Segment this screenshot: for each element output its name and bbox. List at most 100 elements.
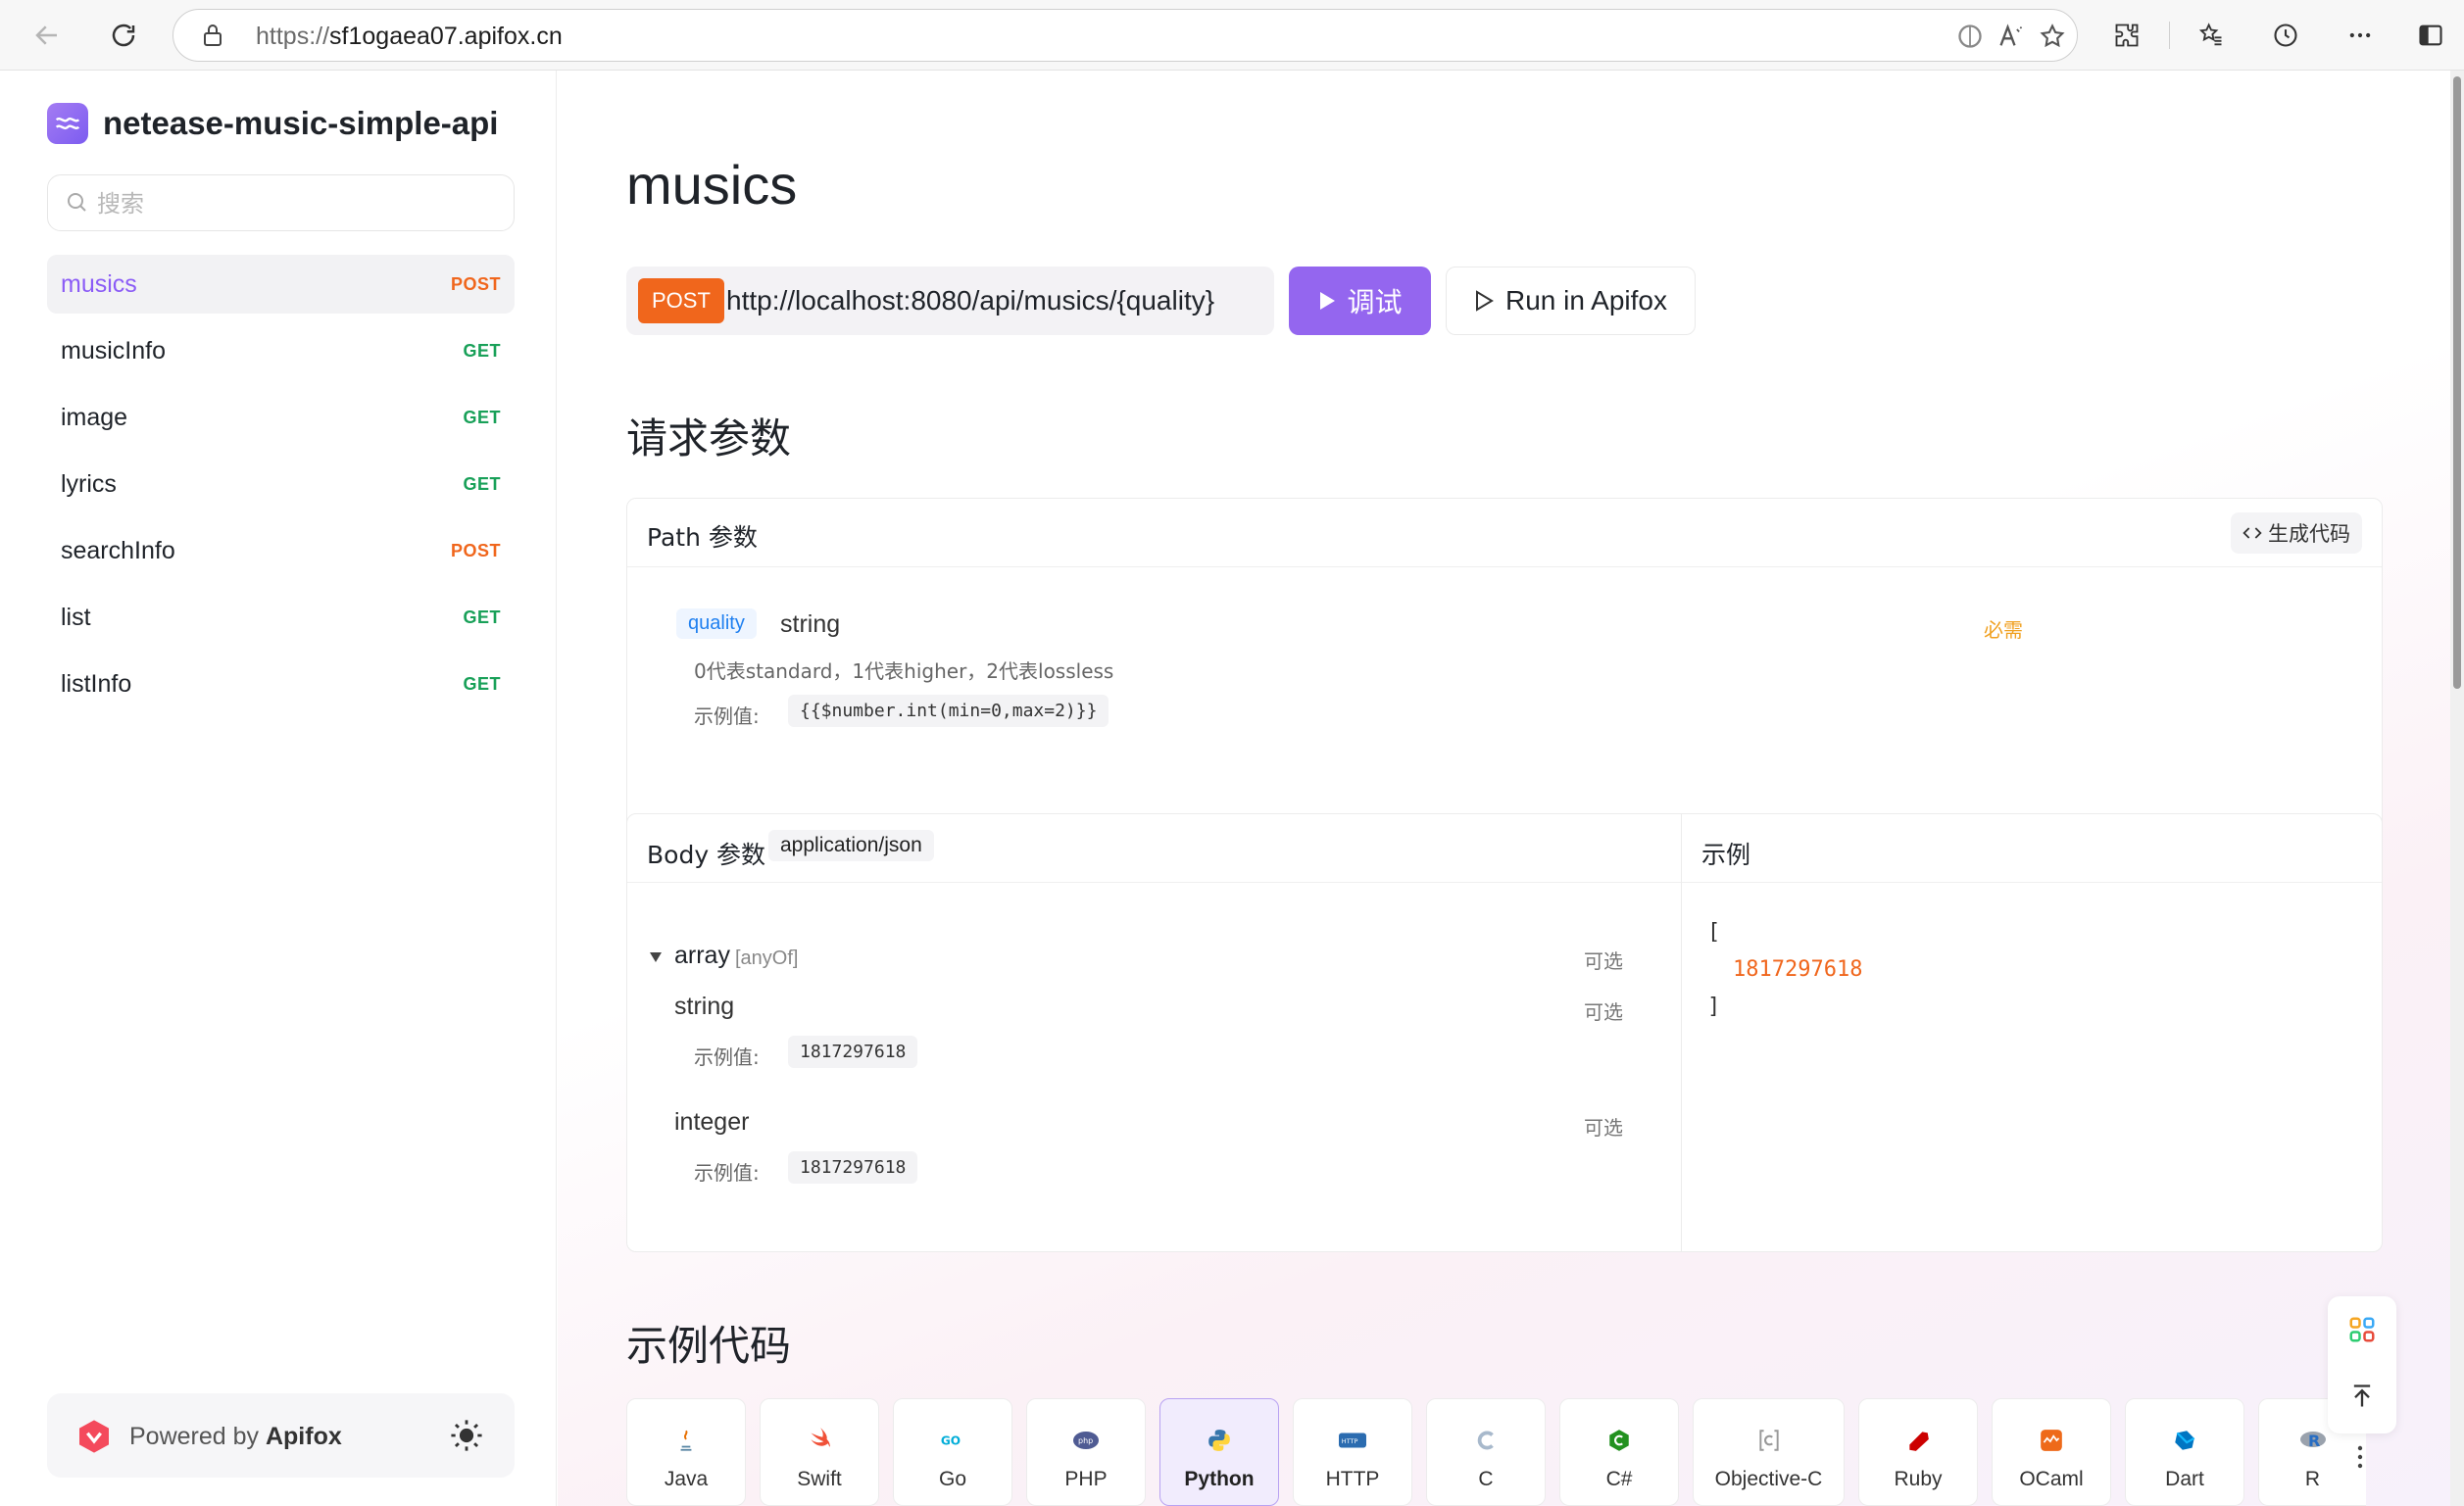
dart-icon [2171,1427,2198,1454]
extensions-icon[interactable] [2105,14,2148,57]
tab-dart[interactable]: Dart [2125,1398,2244,1506]
powered-by-footer[interactable]: Powered by Apifox [47,1393,515,1478]
php-icon: php [1072,1427,1100,1454]
tab-label: C# [1605,1468,1633,1490]
more-options-icon[interactable] [2339,14,2382,57]
tab-label: Go [938,1468,966,1490]
search-icon [68,193,86,212]
sidebar-item-image[interactable]: image GET [47,388,515,447]
back-icon[interactable] [25,14,69,57]
endpoint-bar[interactable]: POST http://localhost:8080/api/musics/{q… [626,267,1274,335]
body-params-header: Body 参数 application/json [627,814,1681,883]
example-value: 1817297618 [788,1151,918,1184]
tab-label: PHP [1064,1468,1108,1490]
play-icon [1320,292,1336,310]
page-scrollbar[interactable] [2450,71,2464,1506]
generate-code-button[interactable]: 生成代码 [2231,512,2362,554]
tab-ruby[interactable]: Ruby [1858,1398,1978,1506]
tab-objective-c[interactable]: Objective-C [1693,1398,1845,1506]
search-input[interactable] [97,185,489,222]
back-to-top-icon[interactable] [2346,1381,2378,1412]
tab-java[interactable]: Java [626,1398,746,1506]
tab-label: Swift [797,1468,842,1490]
address-bar[interactable]: https://sf1ogaea07.apifox.cn [172,9,2078,62]
run-button-label: Run in Apifox [1505,285,1667,316]
favorites-icon[interactable] [2190,14,2233,57]
play-outline-icon [1476,290,1494,312]
more-vertical-icon[interactable] [2355,1444,2365,1477]
method-badge: GET [463,673,501,694]
code-icon [2242,527,2262,539]
tab-python[interactable]: Python [1159,1398,1279,1506]
sidebar-toggle-icon[interactable] [2409,14,2452,57]
tab-swift[interactable]: Swift [760,1398,879,1506]
tab-ocaml[interactable]: OCaml [1992,1398,2111,1506]
search-box[interactable] [47,174,515,231]
tab-label: Java [664,1468,709,1490]
sidebar-item-listinfo[interactable]: listInfo GET [47,655,515,713]
apps-grid-icon[interactable] [2346,1314,2378,1345]
browser-toolbar: https://sf1ogaea07.apifox.cn [0,0,2464,71]
tab-csharp[interactable]: C# [1559,1398,1679,1506]
tab-php[interactable]: php PHP [1026,1398,1146,1506]
example-label: 示例值: [694,1161,760,1185]
root-type: array [674,942,730,969]
tab-label: Ruby [1894,1468,1943,1490]
sidebar-item-searchinfo[interactable]: searchInfo POST [47,521,515,580]
tab-label: Python [1184,1468,1255,1490]
sidebar-item-label: image [61,403,128,431]
read-aloud-icon[interactable] [1995,20,2028,53]
debug-button[interactable]: 调试 [1289,267,1431,335]
body-params-card: Body 参数 application/json array [anyOf] 可… [626,813,1682,1252]
sidebar-item-label: musics [61,269,137,298]
example-panel-header: 示例 [1682,814,2382,883]
collapse-triangle-icon[interactable] [649,951,663,963]
tab-http[interactable]: HTTP HTTP [1293,1398,1412,1506]
method-badge: GET [463,607,501,627]
r-icon: R [2299,1427,2327,1454]
apifox-logo-icon [79,1420,109,1453]
floating-toolbar [2328,1296,2396,1433]
variant-type: string [674,993,735,1020]
favorite-star-icon[interactable] [2036,20,2069,53]
param-name: quality [676,608,757,639]
sidebar-item-musicinfo[interactable]: musicInfo GET [47,321,515,380]
sidebar-item-label: musicInfo [61,336,166,364]
method-badge: POST [450,273,501,294]
main-content: musics POST http://localhost:8080/api/mu… [558,71,2450,1506]
sidebar-item-label: list [61,603,91,631]
translate-icon[interactable] [1953,20,1987,53]
path-params-title: Path 参数 [647,523,758,552]
history-icon[interactable] [2264,14,2307,57]
method-badge: GET [463,340,501,361]
code-examples-heading: 示例代码 [626,1322,792,1370]
method-badge: GET [463,407,501,427]
scrollbar-thumb[interactable] [2453,76,2461,689]
svg-text:php: php [1078,1436,1093,1445]
tab-label: OCaml [2019,1468,2084,1490]
tab-go[interactable]: GO Go [893,1398,1012,1506]
sidebar-item-musics[interactable]: musics POST [47,255,515,314]
tab-label: C [1478,1468,1494,1490]
project-brand[interactable]: netease-music-simple-api [47,103,498,144]
ruby-icon [1904,1427,1932,1454]
path-params-card: Path 参数 生成代码 quality string 必需 0代表standa… [626,498,2383,856]
theme-toggle-sun-icon[interactable] [450,1419,483,1452]
svg-text:R: R [2308,1432,2320,1450]
sidebar-item-list[interactable]: list GET [47,588,515,647]
sidebar-item-lyrics[interactable]: lyrics GET [47,455,515,513]
example-value: 1817297618 [788,1036,918,1068]
url-text: https://sf1ogaea07.apifox.cn [256,23,563,50]
endpoint-url: http://localhost:8080/api/musics/{qualit… [726,285,1215,316]
path-params-header: Path 参数 生成代码 [627,499,2382,567]
example-panel-title: 示例 [1701,841,1751,869]
json-value: 1817297618 [1733,957,1863,982]
optional-label: 可选 [1584,949,1623,973]
optional-label: 可选 [1584,1116,1623,1140]
method-badge: GET [463,473,501,494]
variant-type: integer [674,1108,750,1136]
refresh-icon[interactable] [102,14,145,57]
page-title: musics [626,154,798,216]
run-in-apifox-button[interactable]: Run in Apifox [1446,267,1696,335]
tab-c[interactable]: C [1426,1398,1546,1506]
